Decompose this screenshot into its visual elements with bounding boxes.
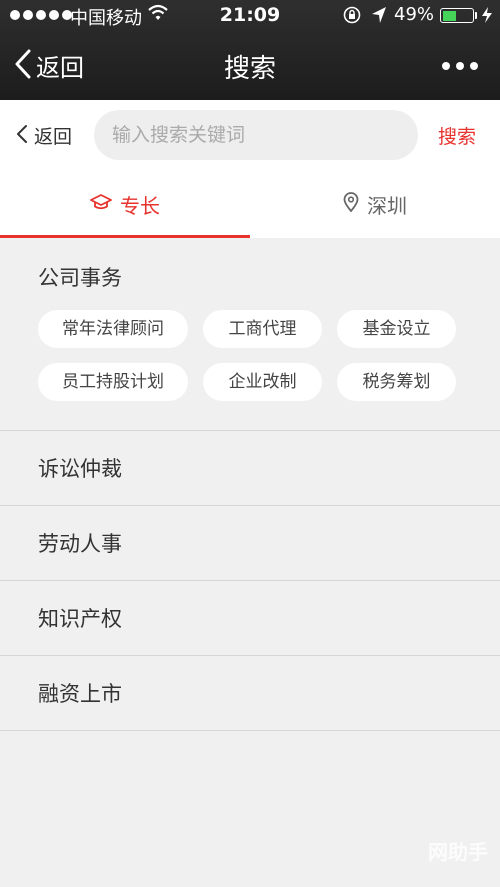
chevron-left-icon [16, 124, 28, 148]
battery-icon [440, 8, 474, 23]
category-item[interactable]: 劳动人事 [0, 506, 500, 580]
chip[interactable]: 工商代理 [203, 310, 322, 348]
nav-bar: 返回 搜索 [0, 32, 500, 100]
watermark: 网助手 [428, 840, 488, 864]
category-item[interactable]: 诉讼仲裁 [0, 431, 500, 505]
search-back-label: 返回 [34, 126, 73, 148]
status-bar: 中国移动 21:09 49% [0, 0, 500, 32]
location-arrow-icon [371, 6, 387, 28]
tab-city[interactable]: 深圳 [250, 170, 500, 238]
chip[interactable]: 常年法律顾问 [38, 310, 188, 348]
chip[interactable]: 税务筹划 [337, 363, 456, 401]
search-row: 返回 搜索 [0, 100, 500, 170]
tab-city-label: 深圳 [367, 193, 407, 218]
search-input[interactable] [94, 110, 418, 160]
category-label: 融资上市 [38, 682, 122, 706]
chip[interactable]: 员工持股计划 [38, 363, 188, 401]
graduation-cap-icon [90, 193, 112, 215]
tab-expertise[interactable]: 专长 [0, 170, 250, 238]
more-dots-icon[interactable] [442, 62, 478, 70]
battery-percent: 49% [394, 4, 435, 25]
battery-level-fill [442, 10, 457, 21]
top-bar: 中国移动 21:09 49% 返回 搜索 [0, 0, 500, 100]
active-tab-indicator [0, 235, 250, 238]
divider [0, 730, 500, 731]
category-item[interactable]: 知识产权 [0, 581, 500, 655]
category-item[interactable]: 融资上市 [0, 656, 500, 730]
search-back-button[interactable]: 返回 [16, 122, 72, 149]
rotation-lock-icon [343, 6, 361, 28]
charging-bolt-icon [481, 6, 493, 28]
category-label: 劳动人事 [38, 532, 122, 556]
search-button[interactable]: 搜索 [438, 122, 476, 149]
chip[interactable]: 基金设立 [337, 310, 456, 348]
category-label: 诉讼仲裁 [38, 457, 122, 481]
page-title: 搜索 [223, 54, 276, 84]
filter-tabs: 专长 深圳 [0, 170, 500, 238]
section-title: 公司事务 [38, 266, 122, 290]
location-pin-icon [343, 192, 359, 216]
tab-expertise-label: 专长 [120, 193, 160, 218]
category-label: 知识产权 [38, 607, 122, 631]
battery-nub [475, 12, 477, 19]
chip[interactable]: 企业改制 [203, 363, 322, 401]
